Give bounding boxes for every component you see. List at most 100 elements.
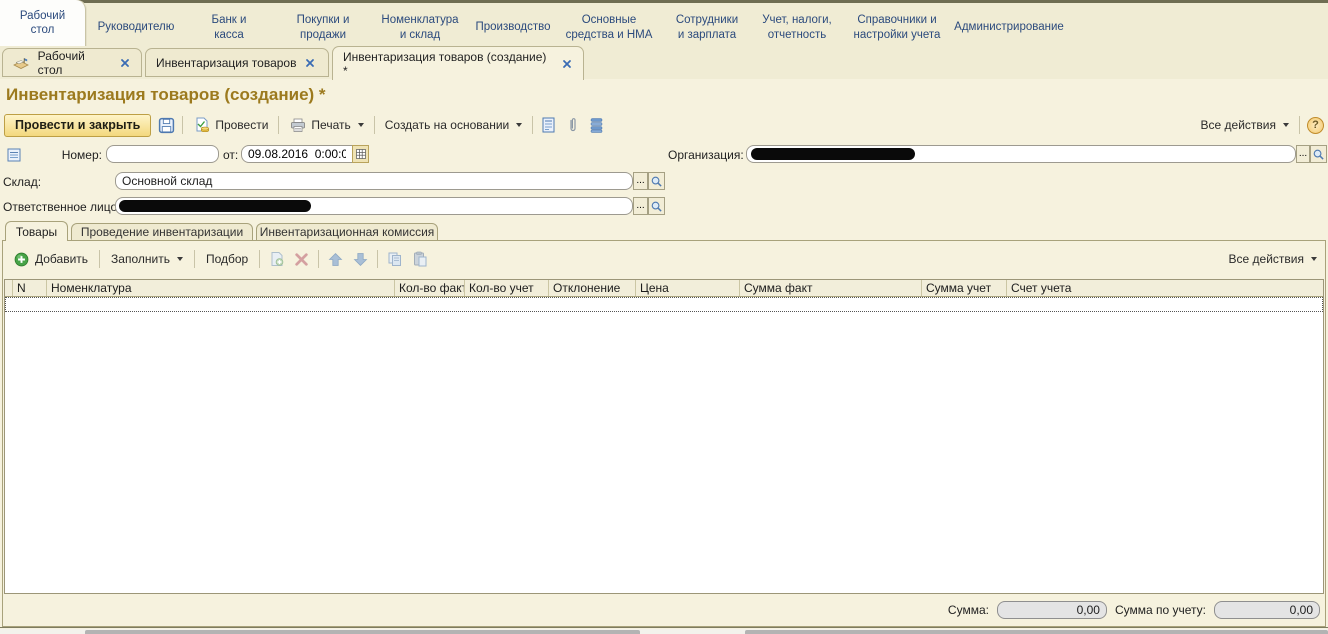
menu-item-administration[interactable]: Администрирование — [950, 6, 1068, 49]
paperclip-icon[interactable] — [564, 117, 581, 134]
menu-item-production[interactable]: Производство — [468, 6, 558, 49]
printer-icon — [289, 117, 306, 134]
column-header-deviation[interactable]: Отклонение — [549, 280, 636, 296]
separator — [318, 250, 319, 268]
close-icon[interactable] — [304, 57, 316, 69]
menu-item-purchases-sales[interactable]: Покупки ипродажи — [274, 6, 372, 49]
warehouse-label: Склад: — [3, 175, 41, 189]
column-header-n[interactable]: N — [13, 280, 47, 296]
sum-account-label: Сумма по учету: — [1115, 603, 1206, 617]
pick-button[interactable]: Подбор — [203, 250, 251, 268]
post-and-close-button[interactable]: Провести и закрыть — [4, 114, 151, 137]
paste-icon[interactable] — [411, 251, 428, 268]
sum-value-field: 0,00 — [997, 601, 1107, 619]
warehouse-search-button[interactable] — [648, 172, 665, 190]
desktop-strip — [0, 629, 1328, 634]
desktop-icon — [13, 54, 30, 71]
doc-tab-inventory-new[interactable]: Инвентаризация товаров (создание) * — [332, 46, 584, 80]
post-button[interactable]: Провести — [190, 115, 271, 136]
table-body-empty — [5, 312, 1323, 575]
warehouse-select-button[interactable]: ... — [633, 172, 648, 190]
doc-tab-label: Рабочий стол — [38, 49, 112, 77]
date-input[interactable] — [241, 145, 353, 163]
table-focused-empty-row[interactable] — [5, 297, 1323, 312]
chevron-down-icon — [177, 257, 183, 261]
redaction-bar — [119, 200, 311, 212]
create-based-on-button[interactable]: Создать на основании — [382, 116, 526, 134]
organization-search-button[interactable] — [1310, 145, 1327, 163]
date-label: от: — [223, 148, 238, 162]
application-window: Руководителю Банк икасса Покупки ипродаж… — [0, 0, 1328, 634]
organization-label: Организация: — [668, 148, 744, 162]
chevron-down-icon — [1311, 257, 1317, 261]
all-actions-button[interactable]: Все действия — [1198, 116, 1292, 134]
close-icon[interactable] — [119, 57, 131, 69]
doc-tab-label: Инвентаризация товаров (создание) * — [343, 50, 553, 78]
menu-item-nomenclature-warehouse[interactable]: Номенклатураи склад — [372, 6, 468, 49]
main-toolbar: Провести и закрыть Провести Печать Созда… — [4, 112, 1324, 138]
doc-tab-desktop[interactable]: Рабочий стол — [2, 48, 142, 77]
separator — [532, 116, 533, 134]
table-header-row: N Номенклатура Кол-во факт Кол-во учет О… — [5, 280, 1323, 297]
magnifier-icon — [650, 175, 663, 188]
fill-button[interactable]: Заполнить — [108, 250, 186, 268]
column-header-account[interactable]: Счет учета — [1007, 280, 1323, 296]
tab-goods[interactable]: Товары — [5, 221, 68, 241]
organization-field[interactable] — [746, 145, 1296, 163]
add-icon — [13, 251, 30, 268]
separator — [278, 116, 279, 134]
warehouse-field[interactable]: Основной склад — [115, 172, 633, 190]
warehouse-value: Основной склад — [122, 174, 212, 188]
move-down-icon[interactable] — [352, 251, 369, 268]
grid-all-actions-button[interactable]: Все действия — [1226, 250, 1320, 268]
structure-icon[interactable] — [588, 117, 605, 134]
responsible-select-button[interactable]: ... — [633, 197, 648, 215]
post-document-icon — [193, 117, 210, 134]
column-header-qty-fact[interactable]: Кол-во факт — [395, 280, 465, 296]
chevron-down-icon — [1283, 123, 1289, 127]
document-tabbar: Рабочий стол Инвентаризация товаров Инве… — [0, 46, 1328, 79]
column-header-qty-account[interactable]: Кол-во учет — [465, 280, 549, 296]
separator — [182, 116, 183, 134]
row-selector-gutter[interactable] — [5, 280, 13, 296]
magnifier-icon — [1312, 148, 1325, 161]
calendar-button[interactable] — [352, 145, 369, 163]
separator — [1299, 116, 1300, 134]
column-header-sum-account[interactable]: Сумма учет — [922, 280, 1007, 296]
print-button[interactable]: Печать — [286, 115, 366, 136]
column-header-sum-fact[interactable]: Сумма факт — [740, 280, 922, 296]
taskbar-window-edge — [745, 630, 1328, 634]
form-presentation-icon[interactable] — [5, 146, 22, 163]
totals-footer: Сумма: 0,00 Сумма по учету: 0,00 — [4, 596, 1324, 624]
related-documents-icon[interactable] — [540, 117, 557, 134]
menu-item-manager[interactable]: Руководителю — [88, 6, 184, 49]
add-copy-row-icon[interactable] — [268, 251, 285, 268]
responsible-field[interactable] — [115, 197, 633, 215]
add-row-button[interactable]: Добавить — [10, 249, 91, 270]
separator — [194, 250, 195, 268]
number-label: Номер: — [30, 148, 102, 162]
help-button[interactable]: ? — [1307, 117, 1324, 134]
sum-account-value-field: 0,00 — [1214, 601, 1320, 619]
menu-item-bank-cash[interactable]: Банк икасса — [184, 6, 274, 49]
tab-inventory-execution[interactable]: Проведение инвентаризации — [71, 223, 253, 241]
copy-icon[interactable] — [386, 251, 403, 268]
close-icon[interactable] — [561, 58, 573, 70]
menu-item-fixed-assets[interactable]: Основныесредства и НМА — [553, 6, 665, 49]
doc-tab-inventory-list[interactable]: Инвентаризация товаров — [145, 48, 329, 77]
menu-item-references-settings[interactable]: Справочники инастройки учета — [842, 6, 952, 49]
separator — [99, 250, 100, 268]
save-icon[interactable] — [158, 117, 175, 134]
responsible-search-button[interactable] — [648, 197, 665, 215]
column-header-price[interactable]: Цена — [636, 280, 740, 296]
number-input[interactable] — [106, 145, 219, 163]
menu-item-accounting-taxes[interactable]: Учет, налоги,отчетность — [749, 6, 845, 49]
move-up-icon[interactable] — [327, 251, 344, 268]
taskbar-window-edge — [85, 630, 640, 634]
tab-inventory-commission[interactable]: Инвентаризационная комиссия — [256, 223, 438, 241]
menu-item-employees-salary[interactable]: Сотрудникии зарплата — [665, 6, 749, 49]
delete-row-icon[interactable] — [293, 251, 310, 268]
organization-select-button[interactable]: ... — [1296, 145, 1310, 163]
menu-item-desktop[interactable]: Рабочийстол — [0, 0, 86, 46]
column-header-nomenclature[interactable]: Номенклатура — [47, 280, 395, 296]
